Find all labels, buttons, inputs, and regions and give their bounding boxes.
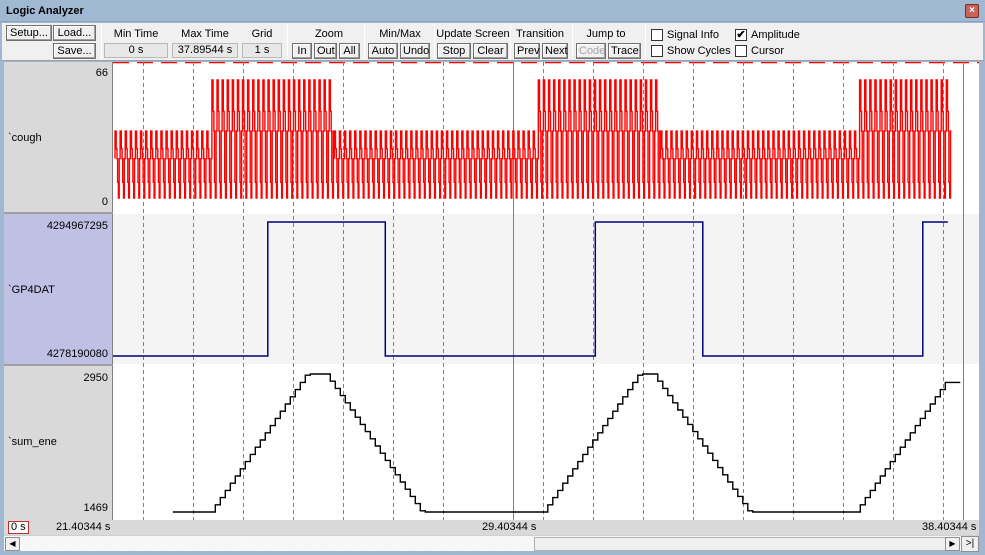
update-screen-label: Update Screen: [436, 28, 510, 40]
separator: [572, 24, 573, 60]
jump-to-label: Jump to: [586, 28, 626, 40]
zoom-in-button[interactable]: In: [292, 43, 312, 59]
save-button[interactable]: Save...: [53, 43, 96, 59]
signal-max-value: 4294967295: [46, 220, 108, 232]
zoom-label: Zoom: [314, 28, 344, 40]
jump-code-button[interactable]: Code: [576, 43, 606, 59]
signal-info-label: Signal Info: [667, 29, 719, 41]
signal-labels-panel: 66 `cough 0 4294967295 `GP4DAT 427819008…: [4, 62, 113, 520]
signal-name: `GP4DAT: [8, 284, 55, 296]
signal-row-gp4dat[interactable]: 4294967295 `GP4DAT 4278190080: [4, 214, 112, 364]
waveform-canvas: [113, 62, 979, 520]
waveform-plot[interactable]: [113, 62, 979, 520]
separator: [101, 24, 102, 60]
transition-label: Transition: [516, 28, 564, 40]
min-time-value: 0 s: [104, 43, 168, 58]
separator: [510, 24, 511, 60]
minmax-undo-button[interactable]: Undo: [400, 43, 430, 59]
start-time-label: 21.40344 s: [56, 521, 111, 533]
signal-name: `sum_ene: [8, 436, 57, 448]
window-title: Logic Analyzer: [6, 5, 84, 17]
separator: [364, 24, 365, 60]
amplitude-checkbox[interactable]: ✔: [735, 29, 747, 41]
update-stop-button[interactable]: Stop: [437, 43, 471, 59]
cursor-label: Cursor: [751, 45, 785, 57]
origin-time-marker[interactable]: 0 s: [8, 521, 29, 534]
max-time-value: 37.89544 s: [172, 43, 238, 58]
minmax-label: Min/Max: [379, 28, 421, 40]
signal-row-cough[interactable]: 66 `cough 0: [4, 62, 112, 212]
cursor-time-label: 29.40344 s: [482, 521, 537, 533]
horizontal-scrollbar[interactable]: ◀ ▶ >|: [4, 535, 979, 552]
signal-info-checkbox[interactable]: [651, 29, 663, 41]
signal-min-value: 1469: [83, 502, 108, 514]
show-cycles-label: Show Cycles: [667, 45, 731, 57]
min-time-label: Min Time: [113, 28, 159, 40]
end-time-label: 38.40344 s: [922, 521, 977, 533]
toolbar: Setup... Load... Save... Min Time 0 s Ma…: [2, 23, 983, 61]
signal-min-value: 4278190080: [46, 348, 108, 360]
max-time-label: Max Time: [181, 28, 229, 40]
sum-ene-waveform: [172, 373, 961, 513]
setup-button[interactable]: Setup...: [6, 25, 52, 41]
close-icon[interactable]: ×: [965, 4, 979, 18]
signal-name: `cough: [8, 132, 42, 144]
signal-row-sum-ene[interactable]: 2950 `sum_ene 1469: [4, 366, 112, 520]
signal-max-value: 2950: [83, 372, 108, 384]
cursor-checkbox[interactable]: [735, 45, 747, 57]
amplitude-label: Amplitude: [751, 29, 800, 41]
show-cycles-checkbox[interactable]: [651, 45, 663, 57]
jump-trace-button[interactable]: Trace: [608, 43, 641, 59]
minmax-auto-button[interactable]: Auto: [368, 43, 398, 59]
transition-next-button[interactable]: Next: [542, 43, 568, 59]
signal-min-value: 0: [101, 196, 108, 208]
signal-max-value: 66: [95, 67, 108, 79]
scroll-right-icon[interactable]: ▶: [945, 537, 960, 551]
grid-label: Grid: [251, 28, 273, 40]
cough-waveform: [114, 79, 952, 199]
scroll-to-end-button[interactable]: >|: [961, 536, 979, 552]
scroll-left-icon[interactable]: ◀: [5, 537, 20, 551]
scroll-thumb[interactable]: [534, 537, 954, 551]
separator: [287, 24, 288, 60]
grid-value: 1 s: [242, 43, 282, 58]
title-bar: Logic Analyzer ×: [0, 0, 985, 22]
separator: [645, 24, 646, 60]
load-button[interactable]: Load...: [53, 25, 96, 41]
gp4dat-row-background: [113, 214, 979, 364]
time-axis: 0 s 21.40344 s 29.40344 s 38.40344 s: [4, 520, 979, 535]
zoom-out-button[interactable]: Out: [314, 43, 337, 59]
zoom-all-button[interactable]: All: [339, 43, 360, 59]
update-clear-button[interactable]: Clear: [473, 43, 508, 59]
transition-prev-button[interactable]: Prev: [514, 43, 540, 59]
